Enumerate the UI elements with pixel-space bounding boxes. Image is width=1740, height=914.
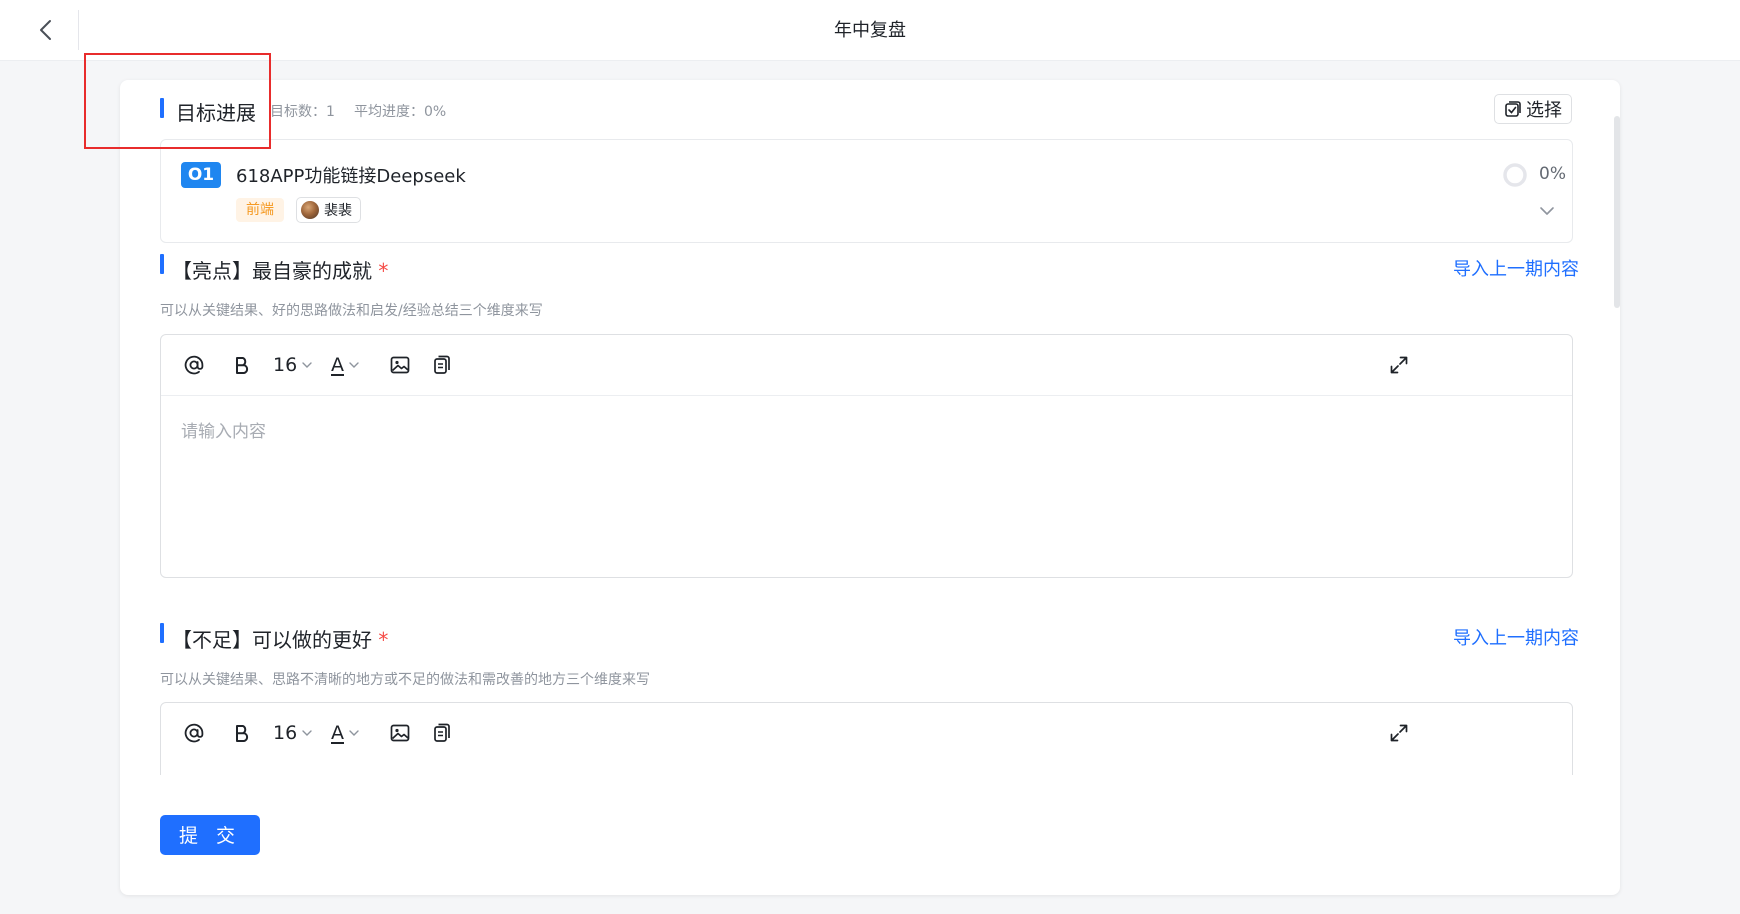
toolbar-divider	[161, 395, 1572, 396]
goal-owner[interactable]: 裴裴	[296, 197, 361, 223]
shortcomings-title-text: 【不足】可以做的更好	[172, 628, 372, 652]
editor-toolbar: 16 A	[161, 703, 1572, 763]
import-previous-highlights-link[interactable]: 导入上一期内容	[1453, 255, 1579, 281]
average-progress: 平均进度：0%	[354, 104, 447, 120]
required-mark: *	[378, 628, 389, 652]
editor-toolbar: 16 A	[161, 335, 1572, 395]
avatar	[301, 201, 319, 219]
select-goals-label: 选择	[1526, 100, 1562, 121]
text-color-label: A	[331, 354, 344, 376]
highlights-title-text: 【亮点】最自豪的成就	[172, 259, 372, 283]
chevron-down-icon	[349, 362, 359, 368]
chevron-down-icon	[302, 730, 312, 736]
checkbox-select-icon	[1505, 101, 1521, 117]
fullscreen-button[interactable]	[1388, 717, 1410, 749]
top-bar: 年中复盘	[0, 0, 1740, 61]
font-size-value: 16	[273, 354, 298, 376]
document-icon	[434, 723, 450, 742]
goal-badge: O1	[181, 162, 221, 188]
section-accent-bar	[160, 254, 164, 274]
bold-button[interactable]	[233, 717, 251, 749]
submit-button[interactable]: 提 交	[160, 815, 260, 855]
insert-image-button[interactable]	[389, 717, 411, 749]
text-color-select[interactable]: A	[331, 717, 360, 749]
vertical-scrollbar[interactable]	[1614, 116, 1620, 308]
highlights-editor: 16 A 请输入内容	[160, 334, 1573, 578]
text-color-select[interactable]: A	[331, 349, 360, 381]
shortcomings-editor: 16 A	[160, 702, 1573, 775]
goal-progress: 0%	[1539, 164, 1566, 184]
at-icon	[184, 355, 204, 375]
highlights-hint: 可以从关键结果、好的思路做法和启发/经验总结三个维度来写	[160, 303, 543, 319]
image-icon	[390, 356, 410, 374]
font-size-select[interactable]: 16	[273, 349, 313, 381]
goal-owner-name: 裴裴	[324, 203, 352, 219]
expand-icon	[1390, 724, 1408, 742]
mention-button[interactable]	[183, 349, 205, 381]
goal-item[interactable]: O1 618APP功能链接Deepseek 前端 裴裴 0%	[160, 139, 1573, 243]
goals-section-title: 目标进展	[176, 101, 256, 125]
insert-document-button[interactable]	[431, 349, 453, 381]
highlights-input-placeholder[interactable]: 请输入内容	[181, 417, 266, 442]
bold-button[interactable]	[233, 349, 251, 381]
fullscreen-button[interactable]	[1388, 349, 1410, 381]
at-icon	[184, 723, 204, 743]
chevron-down-icon	[349, 730, 359, 736]
insert-image-button[interactable]	[389, 349, 411, 381]
font-size-value: 16	[273, 722, 298, 744]
section-accent-bar	[160, 623, 164, 643]
bold-icon	[236, 357, 249, 374]
goal-title: 618APP功能链接Deepseek	[236, 166, 466, 187]
highlights-section-title: 【亮点】最自豪的成就 *	[172, 255, 388, 284]
expand-icon	[1390, 356, 1408, 374]
font-size-select[interactable]: 16	[273, 717, 313, 749]
required-mark: *	[378, 259, 389, 283]
shortcomings-hint: 可以从关键结果、思路不清晰的地方或不足的做法和需改善的地方三个维度来写	[160, 672, 650, 688]
form-scroll-area[interactable]: 目标进展 目标数：1 平均进度：0% 选择 O1 618APP功能链接Deeps…	[120, 80, 1620, 775]
document-icon	[434, 355, 450, 374]
chevron-down-icon	[302, 362, 312, 368]
goal-count: 目标数：1	[270, 104, 335, 120]
goal-tag: 前端	[236, 198, 284, 222]
image-icon	[390, 724, 410, 742]
import-previous-shortcomings-link[interactable]: 导入上一期内容	[1453, 624, 1579, 650]
bold-icon	[236, 725, 249, 742]
insert-document-button[interactable]	[431, 717, 453, 749]
section-accent-bar	[160, 98, 164, 118]
shortcomings-section-title: 【不足】可以做的更好 *	[172, 624, 388, 653]
text-color-label: A	[331, 722, 344, 744]
progress-ring-icon	[1503, 163, 1527, 187]
chevron-down-icon[interactable]	[1536, 200, 1558, 222]
review-form-card: 目标进展 目标数：1 平均进度：0% 选择 O1 618APP功能链接Deeps…	[120, 80, 1620, 895]
page-title: 年中复盘	[834, 20, 906, 41]
select-goals-button[interactable]: 选择	[1494, 94, 1572, 124]
mention-button[interactable]	[183, 717, 205, 749]
